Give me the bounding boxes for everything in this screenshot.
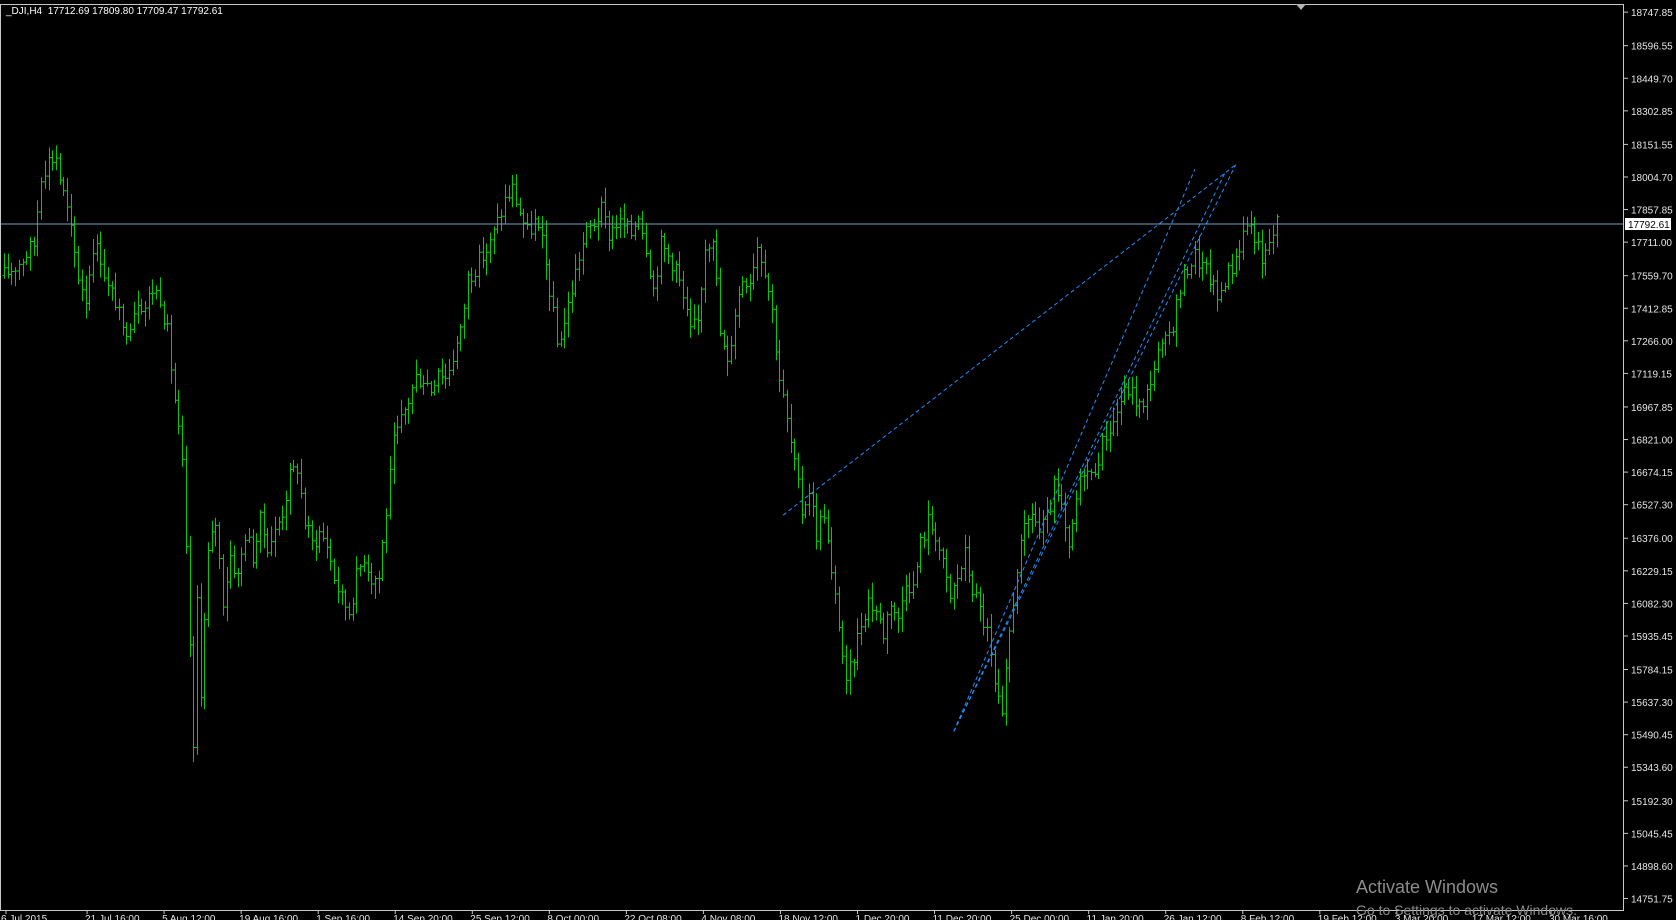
x-tick-label: 11 Dec 20:00 — [933, 914, 992, 920]
activation-watermark: Activate Windows Go to Settings to activ… — [1356, 876, 1577, 919]
y-tick-label: 16527.30 — [1631, 501, 1673, 512]
y-tick-label: 16082.30 — [1631, 599, 1673, 610]
x-tick-label: 21 Jul 16:00 — [85, 914, 140, 920]
y-tick-label: 15935.45 — [1631, 632, 1673, 643]
x-tick-label: 25 Sep 12:00 — [470, 914, 530, 920]
y-tick-label: 16376.00 — [1631, 534, 1673, 545]
y-tick-label: 17266.00 — [1631, 337, 1673, 348]
x-tick-label: 19 Aug 16:00 — [239, 914, 298, 920]
y-tick-label: 18151.55 — [1631, 140, 1673, 151]
current-price-label: 17792.61 — [1628, 220, 1670, 231]
y-tick-label: 15045.45 — [1631, 829, 1673, 840]
x-tick-label: 14 Sep 20:00 — [393, 914, 453, 920]
y-tick-label: 15490.45 — [1631, 731, 1673, 742]
y-tick-label: 15343.60 — [1631, 763, 1673, 774]
chart-window[interactable]: 18747.85 18596.55 18449.70 18302.85 18151.55… — [0, 0, 1676, 920]
y-tick-label: 18747.85 — [1631, 8, 1673, 19]
y-tick-label: 16674.15 — [1631, 468, 1673, 479]
y-tick-label: 17412.85 — [1631, 304, 1673, 315]
y-tick-label: 15637.30 — [1631, 698, 1673, 709]
x-tick-label: 8 Oct 00:00 — [547, 914, 599, 920]
y-tick-label: 17119.15 — [1631, 369, 1672, 380]
x-tick-label: 1 Sep 16:00 — [316, 914, 370, 920]
y-tick-label: 16229.15 — [1631, 567, 1673, 578]
current-price-tag: 17792.61 — [1625, 218, 1671, 231]
price-chart[interactable]: 18747.85 18596.55 18449.70 18302.85 18151.55… — [0, 0, 1676, 920]
y-tick-label: 17711.00 — [1631, 238, 1672, 249]
y-tick-label: 15784.15 — [1631, 666, 1673, 677]
x-tick-label: 1 Dec 20:00 — [856, 914, 910, 920]
x-tick-label: 4 Nov 08:00 — [701, 914, 755, 920]
y-tick-label: 14751.75 — [1631, 895, 1673, 906]
x-tick-label: 11 Jan 20:00 — [1087, 914, 1145, 920]
x-tick-label: 22 Oct 08:00 — [624, 914, 682, 920]
x-tick-label: 26 Jan 12:00 — [1164, 914, 1222, 920]
y-tick-label: 14898.60 — [1631, 862, 1673, 873]
x-tick-label: 6 Jul 2015 — [1, 914, 48, 920]
symbol-info: _DJI,H4 17712.69 17809.80 17709.47 17792… — [6, 6, 223, 17]
x-tick-label: 18 Nov 12:00 — [778, 914, 838, 920]
ohlc-values: 17712.69 17809.80 17709.47 17792.61 — [47, 6, 223, 17]
y-tick-label: 18004.70 — [1631, 173, 1673, 184]
x-tick-label: 8 Feb 12:00 — [1241, 914, 1295, 920]
x-tick-label: 25 Dec 00:00 — [1010, 914, 1070, 920]
y-tick-label: 18596.55 — [1631, 42, 1673, 53]
y-tick-label: 16967.85 — [1631, 403, 1673, 414]
y-tick-label: 16821.00 — [1631, 436, 1673, 447]
y-tick-label: 17559.70 — [1631, 272, 1673, 283]
symbol-timeframe: _DJI,H4 — [6, 6, 43, 17]
x-tick-label: 5 Aug 12:00 — [162, 914, 216, 920]
plot-background — [0, 0, 1676, 920]
watermark-title: Activate Windows — [1356, 877, 1499, 897]
y-tick-label: 18449.70 — [1631, 74, 1673, 85]
watermark-subtitle: Go to Settings to activate Windows. — [1356, 902, 1577, 918]
y-tick-label: 17857.85 — [1631, 206, 1673, 217]
y-tick-label: 15192.30 — [1631, 797, 1673, 808]
y-tick-label: 18302.85 — [1631, 107, 1673, 118]
